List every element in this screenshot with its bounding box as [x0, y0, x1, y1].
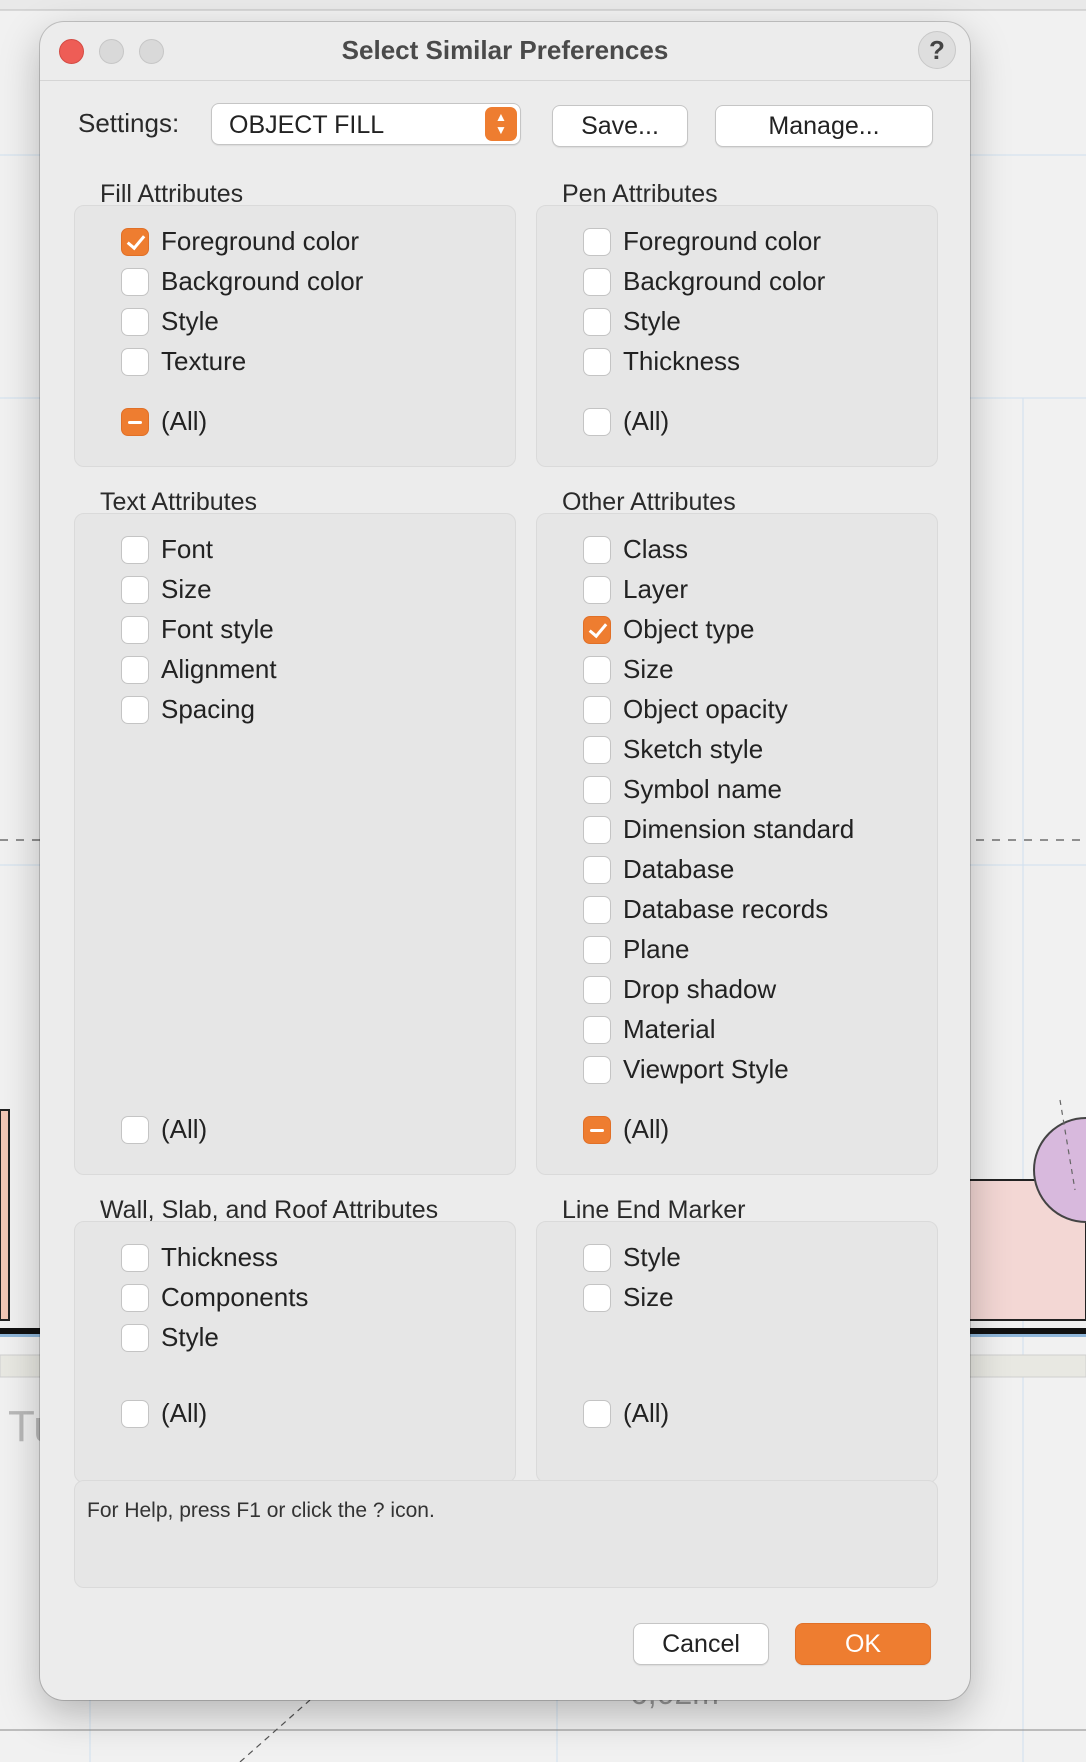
checkbox[interactable] [121, 1284, 149, 1312]
checkbox-label: Texture [161, 346, 247, 376]
manage-button[interactable]: Manage... [715, 105, 933, 147]
checkbox-label: Size [161, 574, 212, 604]
checkbox[interactable] [583, 696, 611, 724]
checkbox[interactable] [121, 656, 149, 684]
checkbox-label: Drop shadow [623, 974, 777, 1004]
checkbox[interactable] [121, 536, 149, 564]
checkbox[interactable] [121, 1400, 149, 1428]
checkbox-label: Foreground color [161, 226, 359, 256]
checkbox-label: Font [161, 534, 214, 564]
checkbox-label: Components [161, 1282, 309, 1312]
checkbox-label: Style [623, 306, 681, 336]
checkbox-label: Alignment [161, 654, 277, 684]
checkbox-label: Foreground color [623, 226, 821, 256]
ok-button[interactable]: OK [795, 1623, 931, 1665]
checkbox[interactable] [583, 1056, 611, 1084]
checkbox-label: Thickness [623, 346, 741, 376]
checkbox[interactable] [583, 1284, 611, 1312]
checkbox[interactable] [121, 1324, 149, 1352]
chevron-up-down-icon: ▲ ▼ [485, 107, 517, 141]
checkbox[interactable] [583, 408, 611, 436]
pen-attributes-group: Foreground color Background color Style Thi… [536, 205, 938, 467]
help-text: For Help, press F1 or click the ? icon. [87, 1499, 435, 1522]
checkbox[interactable] [583, 616, 611, 644]
checkbox[interactable] [583, 228, 611, 256]
checkbox-label: Dimension standard [623, 814, 855, 844]
checkbox[interactable] [583, 976, 611, 1004]
line-end-marker-group: Style Size (All) [536, 1221, 938, 1483]
checkbox-label: Font style [161, 614, 274, 644]
checkbox-label: Spacing [161, 694, 255, 724]
checkbox-label: (All) [161, 1114, 208, 1144]
checkbox-label: Material [623, 1014, 716, 1044]
checkbox-label: (All) [623, 406, 670, 436]
checkbox-label: Thickness [161, 1242, 279, 1272]
title-bar: Select Similar Preferences ? [40, 22, 970, 81]
checkbox-label: Plane [623, 934, 690, 964]
checkbox[interactable] [583, 348, 611, 376]
checkbox[interactable] [583, 936, 611, 964]
wall-slab-roof-attributes-group: Thickness Components Style (All) [74, 1221, 516, 1483]
checkbox[interactable] [583, 1244, 611, 1272]
checkbox[interactable] [121, 408, 149, 436]
checkbox-label: Style [623, 1242, 681, 1272]
checkbox-label: Size [623, 654, 674, 684]
checkbox[interactable] [583, 576, 611, 604]
select-similar-dialog: Select Similar Preferences ? Settings: O… [40, 22, 970, 1700]
help-icon[interactable]: ? [918, 31, 956, 69]
checkbox-label: Viewport Style [623, 1054, 789, 1084]
checkbox[interactable] [121, 576, 149, 604]
checkbox[interactable] [583, 1016, 611, 1044]
checkbox-label: Style [161, 1322, 219, 1352]
save-button[interactable]: Save... [552, 105, 688, 147]
text-attributes-group: Font Size Font style Alignment Spacing (All) [74, 513, 516, 1175]
checkbox-label: Background color [161, 266, 364, 296]
checkbox-label: Size [623, 1282, 674, 1312]
checkbox[interactable] [121, 308, 149, 336]
checkbox-label: Database [623, 854, 735, 884]
checkbox[interactable] [583, 308, 611, 336]
checkbox[interactable] [121, 696, 149, 724]
checkbox[interactable] [583, 268, 611, 296]
checkbox[interactable] [583, 816, 611, 844]
checkbox[interactable] [583, 856, 611, 884]
checkbox[interactable] [121, 1244, 149, 1272]
checkbox-label: Sketch style [623, 734, 764, 764]
checkbox[interactable] [121, 348, 149, 376]
checkbox-label: Object type [623, 614, 755, 644]
settings-select[interactable]: OBJECT FILL ▲ ▼ [211, 103, 521, 145]
checkbox-label: Database records [623, 894, 829, 924]
checkbox-label: (All) [623, 1398, 670, 1428]
checkbox-label: (All) [623, 1114, 670, 1144]
checkbox[interactable] [121, 268, 149, 296]
checkbox-label: Class [623, 534, 689, 564]
checkbox-label: Style [161, 306, 219, 336]
checkbox[interactable] [583, 656, 611, 684]
checkbox[interactable] [121, 1116, 149, 1144]
checkbox[interactable] [583, 1116, 611, 1144]
checkbox[interactable] [583, 896, 611, 924]
checkbox-label: (All) [161, 1398, 208, 1428]
checkbox-label: Object opacity [623, 694, 788, 724]
help-text-box: For Help, press F1 or click the ? icon. [74, 1480, 938, 1588]
checkbox[interactable] [121, 228, 149, 256]
dialog-title: Select Similar Preferences [341, 35, 669, 65]
checkbox[interactable] [583, 776, 611, 804]
fill-attributes-group: Foreground color Background color Style Tex… [74, 205, 516, 467]
cancel-button[interactable]: Cancel [633, 1623, 769, 1665]
checkbox-label: Background color [623, 266, 826, 296]
checkbox[interactable] [121, 616, 149, 644]
checkbox[interactable] [583, 1400, 611, 1428]
checkbox-label: (All) [161, 406, 208, 436]
settings-select-value: OBJECT FILL [229, 111, 385, 139]
checkbox-label: Symbol name [623, 774, 782, 804]
other-attributes-group: Class Layer Object type Size Object opacity S… [536, 513, 938, 1175]
checkbox[interactable] [583, 536, 611, 564]
checkbox-label: Layer [623, 574, 689, 604]
settings-label: Settings: [78, 108, 180, 138]
checkbox[interactable] [583, 736, 611, 764]
